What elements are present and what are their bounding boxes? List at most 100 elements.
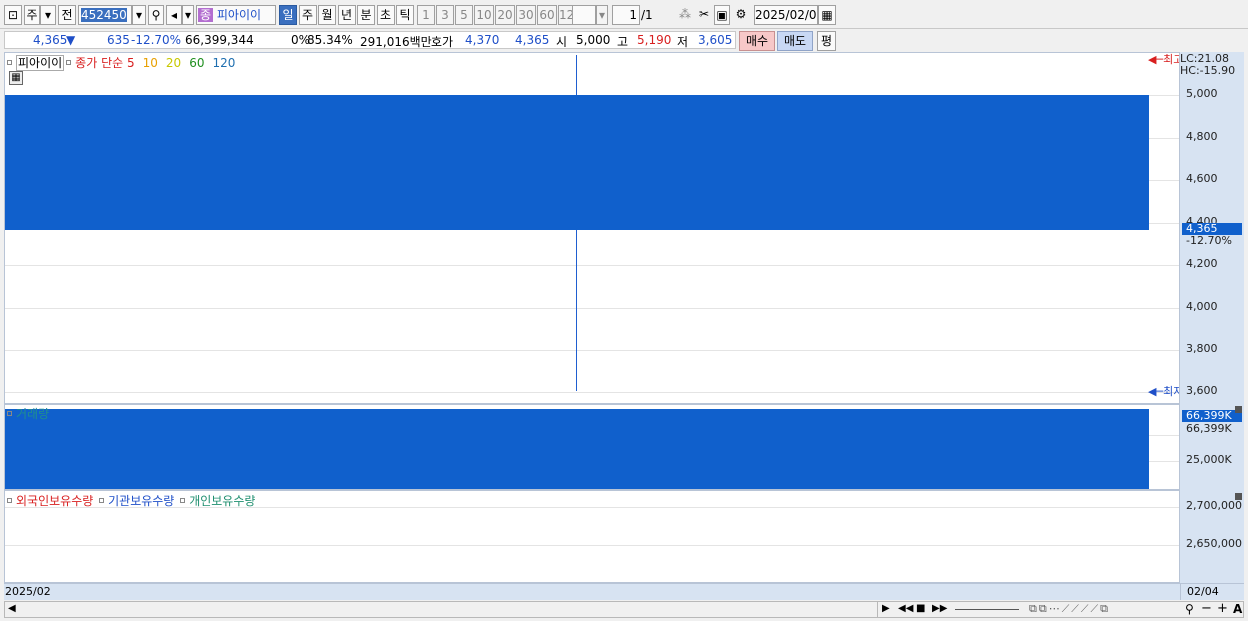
open-label: 시 xyxy=(556,35,568,49)
ma-period-label[interactable]: 60 xyxy=(189,56,204,70)
page-input[interactable]: 1 xyxy=(612,5,640,25)
ma-period-label[interactable]: 5 xyxy=(127,56,135,70)
interval-button[interactable]: 20 xyxy=(495,5,515,25)
quote-bid: 4,365 xyxy=(515,33,550,47)
price-tick: 3,800 xyxy=(1186,341,1218,355)
price-tick: 4,200 xyxy=(1186,257,1218,271)
zoom-icon[interactable]: ⚲ xyxy=(1185,602,1194,616)
period-tab[interactable]: 일 xyxy=(279,5,297,25)
legend-square xyxy=(99,498,105,503)
stock-legend-label[interactable]: 피아이이 xyxy=(16,55,65,71)
stock-code-value: 452450 xyxy=(81,8,127,22)
market-select[interactable]: 주 xyxy=(24,5,40,25)
gridline xyxy=(5,392,1179,394)
holding-chart-panel[interactable]: 외국인보유수량 기관보유수량 개인보유수량 xyxy=(4,490,1180,583)
price-tick: 4,600 xyxy=(1186,172,1218,186)
ma-period-label[interactable]: 20 xyxy=(166,56,181,70)
volume-value: 66,399,344 xyxy=(185,33,254,47)
volume-axis: 66,399K 66,399K 25,000K xyxy=(1180,404,1244,490)
rewind-icon[interactable]: ◀◀ xyxy=(898,603,913,614)
panel-close-icon[interactable] xyxy=(1235,493,1242,500)
page-total: /1 xyxy=(641,8,653,22)
zoom-out-icon[interactable]: − xyxy=(1201,601,1212,616)
speaker-icon[interactable]: ◂ xyxy=(166,5,182,25)
binoculars-icon[interactable]: ⁂ xyxy=(676,5,694,25)
calendar-icon[interactable]: ▦ xyxy=(818,5,836,25)
zoom-in-icon[interactable]: + xyxy=(1217,601,1228,616)
legend-square xyxy=(7,411,12,416)
drawing-tools-icon[interactable]: ⧉⧉⋯⟋⟋⟋⟋⧉ xyxy=(1029,602,1110,616)
save-icon[interactable]: ▣ xyxy=(714,5,730,25)
date-axis-start: 2025/02 xyxy=(5,585,51,598)
period-tab[interactable]: 년 xyxy=(337,5,356,25)
extra-select[interactable] xyxy=(572,5,596,25)
date-input[interactable]: 2025/02/04 xyxy=(754,5,818,25)
price-chart-panel[interactable]: 피아이이 종가 단순 5 10 20 60 120 ▦ ◀─최고 ◀─최저 xyxy=(4,52,1180,404)
volume-legend-label[interactable]: 거래량 xyxy=(16,407,49,421)
period-tab[interactable]: 초 xyxy=(376,5,395,25)
market-dropdown-icon[interactable]: ▾ xyxy=(40,5,56,25)
quote-info-bar: 4,365 ▼ 635 -12.70% 66,399,344 0% 85.34%… xyxy=(0,28,1248,51)
scroll-right-icon[interactable]: ▶ xyxy=(882,603,890,614)
volume-bar[interactable] xyxy=(5,409,1149,489)
legend-square xyxy=(180,498,186,503)
candle-body[interactable] xyxy=(5,95,1149,231)
stock-code-input[interactable]: 452450 xyxy=(78,5,132,25)
mode-button[interactable]: 전 xyxy=(58,5,76,25)
price-axis: LC:21.08 HC:-15.90 5,000 4,800 4,600 4,400 4… xyxy=(1180,52,1244,404)
search-icon[interactable]: ⚲ xyxy=(148,5,164,25)
change-value: 635 xyxy=(107,33,130,47)
trade-amount: 291,016백만 xyxy=(360,35,432,49)
low-label: 저 xyxy=(677,35,689,49)
period-tab[interactable]: 분 xyxy=(357,5,375,25)
draw-icon[interactable]: ✂ xyxy=(696,5,712,25)
price-tick: 5,000 xyxy=(1186,87,1218,101)
price-tick: 4,000 xyxy=(1186,299,1218,313)
ma-period-label[interactable]: 120 xyxy=(212,56,235,70)
table-icon[interactable]: ▦ xyxy=(9,71,23,85)
stop-icon[interactable]: ■ xyxy=(916,603,925,614)
volume-chart-panel[interactable]: 거래량 xyxy=(4,404,1180,490)
change-pct: -12.70% xyxy=(131,33,182,47)
legend-square xyxy=(7,498,12,503)
gear-icon[interactable]: ⚙ xyxy=(732,5,750,25)
holding-tick: 2,700,000 xyxy=(1186,499,1242,512)
chart-scrollbar[interactable]: ◀ ▶ ◀◀ ■ ▶▶ ⧉⧉⋯⟋⟋⟋⟋⧉ ⚲ − + A xyxy=(4,601,1244,618)
interval-button[interactable]: 1 xyxy=(417,5,435,25)
high-value: 5,190 xyxy=(637,33,672,47)
legend-square xyxy=(7,60,12,65)
eval-button[interactable]: 평 xyxy=(817,31,836,51)
extra-dropdown-icon[interactable]: ▾ xyxy=(596,5,608,25)
interval-button[interactable]: 5 xyxy=(455,5,473,25)
scroll-left-icon[interactable]: ◀ xyxy=(8,603,16,614)
period-tab[interactable]: 틱 xyxy=(396,5,414,25)
ma-period-label[interactable]: 10 xyxy=(143,56,158,70)
speaker-dropdown-icon[interactable]: ▾ xyxy=(182,5,194,25)
font-icon[interactable]: A xyxy=(1233,602,1242,616)
fast-forward-icon[interactable]: ▶▶ xyxy=(932,603,947,614)
individual-holding-label[interactable]: 개인보유수량 xyxy=(189,494,255,508)
gridline xyxy=(5,307,1179,309)
sell-button[interactable]: 매도 xyxy=(777,31,813,51)
ma-legend-label[interactable]: 종가 단순 xyxy=(75,56,123,70)
period-tab[interactable]: 월 xyxy=(318,5,336,25)
layout-icon[interactable]: ⊡ xyxy=(4,5,22,25)
panel-close-icon[interactable] xyxy=(1235,406,1242,413)
hc-label: HC:-15.90 xyxy=(1180,64,1236,77)
high-marker: ◀─최고 xyxy=(1148,53,1179,67)
buy-button[interactable]: 매수 xyxy=(739,31,775,51)
code-dropdown-icon[interactable]: ▾ xyxy=(132,5,146,25)
zoom-slider[interactable] xyxy=(955,609,1019,610)
stock-name-field[interactable]: 종 피아이이 xyxy=(196,5,276,25)
period-tab[interactable]: 주 xyxy=(298,5,317,25)
institution-holding-label[interactable]: 기관보유수량 xyxy=(108,494,174,508)
date-axis-end: 02/04 xyxy=(1187,585,1219,598)
interval-button[interactable]: 30 xyxy=(516,5,536,25)
toolbar: ⊡ 주 ▾ 전 452450 ▾ ⚲ ◂ ▾ 종 피아이이 일주월년분초틱 13… xyxy=(0,0,1248,28)
interval-button[interactable]: 3 xyxy=(436,5,454,25)
holding-axis: 2,700,000 2,650,000 xyxy=(1180,490,1244,583)
interval-button[interactable]: 60 xyxy=(537,5,557,25)
interval-button[interactable]: 10 xyxy=(474,5,494,25)
change-arrow: ▼ xyxy=(66,33,76,47)
foreign-holding-label[interactable]: 외국인보유수량 xyxy=(16,494,93,508)
